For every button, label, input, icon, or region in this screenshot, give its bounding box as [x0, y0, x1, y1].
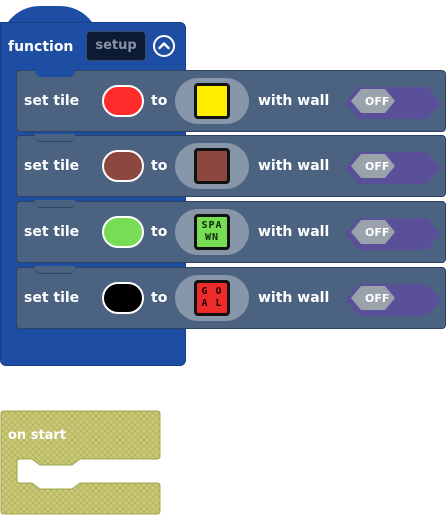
toggle-state-label: OFF	[365, 160, 390, 173]
tile-image-picker[interactable]	[175, 143, 249, 189]
on-start-label: on start	[8, 428, 67, 443]
set-tile-block[interactable]: set tile to G OA L with wall OFF	[16, 266, 446, 329]
tile-image-picker[interactable]: SPA WN	[175, 209, 249, 255]
tile-image: G OA L	[194, 280, 230, 316]
block-notch	[35, 200, 75, 208]
block-notch	[35, 134, 75, 142]
set-tile-label: set tile	[24, 224, 80, 240]
color-swatch[interactable]	[102, 150, 144, 182]
to-label: to	[151, 93, 168, 109]
set-tile-block[interactable]: set tile to with wall OFF	[16, 70, 446, 132]
toggle-state-label: OFF	[365, 226, 390, 239]
with-wall-label: with wall	[258, 93, 330, 109]
wall-toggle[interactable]: OFF	[345, 284, 441, 316]
function-name-field[interactable]: setup	[86, 31, 146, 61]
toggle-state-label: OFF	[365, 292, 390, 305]
toggle-shape	[345, 284, 441, 316]
wall-toggle[interactable]: OFF	[345, 218, 441, 250]
tile-image-picker[interactable]	[175, 78, 249, 124]
with-wall-label: with wall	[258, 224, 330, 240]
tile-image	[194, 83, 230, 119]
to-label: to	[151, 290, 168, 306]
tile-image	[194, 148, 230, 184]
set-tile-label: set tile	[24, 93, 80, 109]
set-tile-label: set tile	[24, 290, 80, 306]
toggle-shape	[345, 152, 441, 184]
wall-toggle[interactable]: OFF	[345, 87, 441, 119]
set-tile-block[interactable]: set tile to with wall OFF	[16, 134, 446, 197]
collapse-button[interactable]	[153, 35, 175, 57]
on-start-shape	[0, 410, 161, 515]
with-wall-label: with wall	[258, 290, 330, 306]
toggle-state-label: OFF	[365, 95, 390, 108]
function-keyword: function	[8, 39, 74, 55]
toggle-shape	[345, 218, 441, 250]
to-label: to	[151, 224, 168, 240]
on-start-block[interactable]: on start	[0, 410, 162, 520]
to-label: to	[151, 158, 168, 174]
color-swatch[interactable]	[102, 216, 144, 248]
toggle-shape	[345, 87, 441, 119]
color-swatch[interactable]	[102, 282, 144, 314]
tile-image-picker[interactable]: G OA L	[175, 275, 249, 321]
set-tile-label: set tile	[24, 158, 80, 174]
with-wall-label: with wall	[258, 158, 330, 174]
set-tile-block[interactable]: set tile to SPA WN with wall OFF	[16, 200, 446, 263]
wall-toggle[interactable]: OFF	[345, 152, 441, 184]
color-swatch[interactable]	[102, 85, 144, 117]
tile-image: SPA WN	[194, 214, 230, 250]
chevron-up-icon	[158, 42, 170, 50]
block-notch	[35, 70, 75, 77]
block-notch	[35, 266, 75, 274]
